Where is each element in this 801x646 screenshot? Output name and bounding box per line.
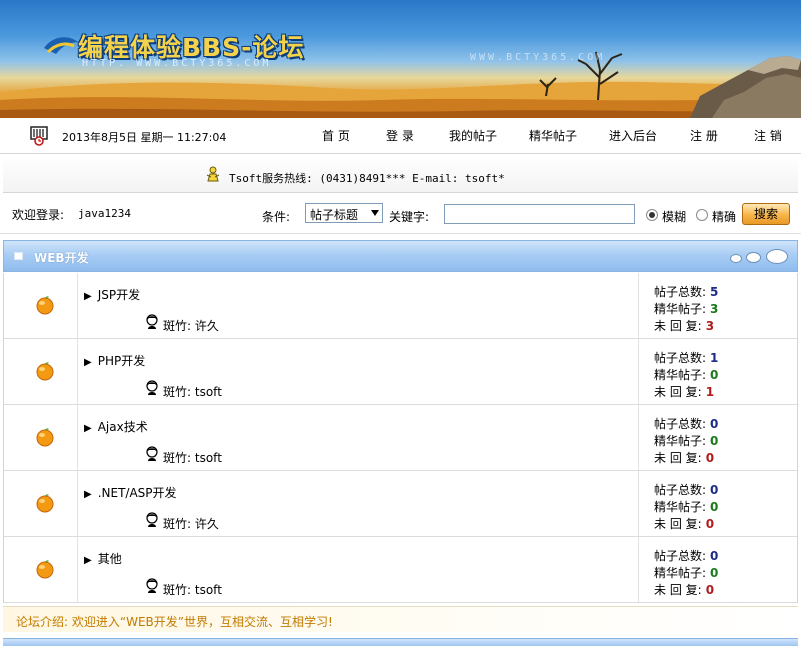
board-intro: 论坛介绍: 欢迎进入“WEB开发”世界，互相交流、互相学习! <box>3 606 798 632</box>
stat-unreplied: 未 回 复: 0 <box>654 517 715 531</box>
welcome-label: 欢迎登录: <box>12 208 65 222</box>
condition-selected-value: 帖子标题 <box>310 208 359 222</box>
board-bullet-icon <box>14 252 23 260</box>
moderator-avatar-icon <box>146 578 158 593</box>
nav-admin-link[interactable]: 进入后台 <box>609 127 657 144</box>
forum-row: 其他 斑竹: tsoft 帖子总数:0 精华帖子:0 未 回 复:0 <box>4 537 797 603</box>
nav-my-posts-link[interactable]: 我的帖子 <box>449 127 497 144</box>
nav-elite-posts-link[interactable]: 精华帖子 <box>529 127 577 144</box>
stat-total: 帖子总数: 0 <box>654 417 719 431</box>
forum-stats: 帖子总数: 0 精华帖子: 0 未 回 复: 0 <box>638 537 798 602</box>
condition-label: 条件: <box>262 210 291 224</box>
current-datetime: 2013年8月5日 星期一 11:27:04 <box>62 131 227 144</box>
orange-forum-icon <box>36 428 54 447</box>
nav-home-link[interactable]: 首 页 <box>322 127 350 144</box>
stat-unreplied: 未 回 复: 1 <box>654 385 715 399</box>
orange-forum-icon <box>36 296 54 315</box>
moderator-label: 斑竹: tsoft <box>163 385 222 399</box>
stat-elite: 精华帖子: 0 <box>654 500 719 514</box>
person-megaphone-icon <box>206 166 220 182</box>
moderator-avatar-icon <box>146 380 158 395</box>
board-title: WEB开发 <box>34 251 89 265</box>
fuzzy-radio-label: 模糊 <box>662 210 687 224</box>
forum-row: Ajax技术 斑竹: tsoft 帖子总数:0 精华帖子:0 未 回 复:0 <box>4 405 797 471</box>
search-button[interactable]: 搜索 <box>742 203 790 225</box>
forum-stats: 帖子总数: 1 精华帖子: 0 未 回 复: 1 <box>638 339 798 404</box>
collapse-bubble-medium-icon[interactable] <box>746 252 761 263</box>
forum-stats: 帖子总数: 0 精华帖子: 0 未 回 复: 0 <box>638 405 798 470</box>
moderator-avatar-icon <box>146 446 158 461</box>
orange-forum-icon <box>36 560 54 579</box>
site-banner: 编程体验BBS-论坛 HTTP. WWW.BCTY365.COM WWW.BCT… <box>0 0 801 118</box>
moderator-name: tsoft <box>194 385 222 399</box>
logged-in-username: java1234 <box>78 207 131 220</box>
forum-link-ajax[interactable]: Ajax技术 <box>84 418 148 435</box>
hotline-text: Tsoft服务热线: (0431)8491*** E-mail: tsoft**… <box>229 172 505 185</box>
orange-forum-icon <box>36 362 54 381</box>
moderator-label: 斑竹: 许久 <box>163 517 219 531</box>
exact-radio-label: 精确 <box>712 210 737 224</box>
condition-select[interactable]: 帖子标题 <box>305 203 383 223</box>
next-board-header-strip <box>3 638 798 646</box>
stat-elite: 精华帖子: 0 <box>654 566 719 580</box>
moderator-label: 斑竹: 许久 <box>163 319 219 333</box>
keyword-input[interactable] <box>444 204 635 224</box>
board-intro-text: 论坛介绍: 欢迎进入“WEB开发”世界，互相交流、互相学习! <box>16 615 333 629</box>
moderator-name: 许久 <box>194 517 219 531</box>
moderator-name: 许久 <box>194 319 219 333</box>
stat-elite: 精华帖子: 3 <box>654 302 719 316</box>
moderator-name: tsoft <box>194 583 222 597</box>
nav-register-link[interactable]: 注 册 <box>690 127 718 144</box>
collapse-bubble-small-icon[interactable] <box>730 254 742 263</box>
forum-link-jsp[interactable]: JSP开发 <box>84 286 140 303</box>
search-bar: 欢迎登录: java1234 条件: 帖子标题 关键字: 模糊 精确 搜索 <box>0 196 801 234</box>
moderator-name: tsoft <box>194 451 222 465</box>
moderator-avatar-icon <box>146 314 158 329</box>
stat-unreplied: 未 回 复: 0 <box>654 451 715 465</box>
keyword-label: 关键字: <box>389 210 430 224</box>
forum-list: JSP开发 斑竹: 许久 帖子总数:5 精华帖子:3 未 回 复:3 PHP开发 <box>3 273 798 603</box>
top-nav-bar: 2013年8月5日 星期一 11:27:04 首 页 登 录 我的帖子 精华帖子… <box>0 118 801 154</box>
stat-elite: 精华帖子: 0 <box>654 368 719 382</box>
dropdown-arrow-icon <box>371 210 379 216</box>
nav-login-link[interactable]: 登 录 <box>386 127 414 144</box>
exact-radio[interactable] <box>696 209 708 221</box>
forum-stats: 帖子总数: 5 精华帖子: 3 未 回 复: 3 <box>638 273 798 338</box>
forum-link-dotnet[interactable]: .NET/ASP开发 <box>84 484 177 501</box>
board-header: WEB开发 <box>3 240 798 272</box>
collapse-bubble-large-icon[interactable] <box>766 249 788 264</box>
forum-link-php[interactable]: PHP开发 <box>84 352 146 369</box>
stat-elite: 精华帖子: 0 <box>654 434 719 448</box>
orange-forum-icon <box>36 494 54 513</box>
stat-total: 帖子总数: 5 <box>654 285 719 299</box>
fuzzy-radio[interactable] <box>646 209 658 221</box>
stat-unreplied: 未 回 复: 0 <box>654 583 715 597</box>
forum-row: PHP开发 斑竹: tsoft 帖子总数:1 精华帖子:0 未 回 复:1 <box>4 339 797 405</box>
forum-link-other[interactable]: 其他 <box>84 550 122 567</box>
moderator-label: 斑竹: tsoft <box>163 583 222 597</box>
stat-unreplied: 未 回 复: 3 <box>654 319 715 333</box>
site-logo-url: HTTP. WWW.BCTY365.COM <box>82 58 272 69</box>
moderator-label: 斑竹: tsoft <box>163 451 222 465</box>
forum-row: .NET/ASP开发 斑竹: 许久 帖子总数:0 精华帖子:0 未 回 复:0 <box>4 471 797 537</box>
hotline-bar: Tsoft服务热线: (0431)8491*** E-mail: tsoft**… <box>3 157 798 193</box>
stat-total: 帖子总数: 0 <box>654 549 719 563</box>
nav-logout-link[interactable]: 注 销 <box>754 127 782 144</box>
moderator-avatar-icon <box>146 512 158 527</box>
forum-stats: 帖子总数: 0 精华帖子: 0 未 回 复: 0 <box>638 471 798 536</box>
forum-row: JSP开发 斑竹: 许久 帖子总数:5 精华帖子:3 未 回 复:3 <box>4 273 797 339</box>
calendar-clock-icon <box>30 126 48 146</box>
stat-total: 帖子总数: 0 <box>654 483 719 497</box>
banner-faded-url: WWW.BCTY365.COM <box>470 52 606 63</box>
stat-total: 帖子总数: 1 <box>654 351 719 365</box>
